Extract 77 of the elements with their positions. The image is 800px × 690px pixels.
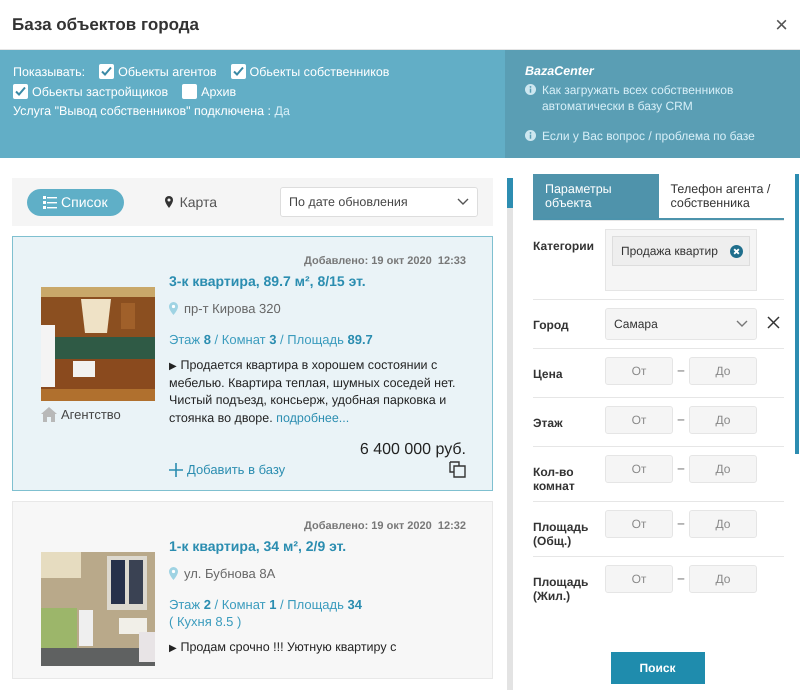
listing-description: ▶ Продам срочно !!! Уютную квартиру с [169, 639, 398, 656]
help-link[interactable]: Если у Вас вопрос / проблема по базе [542, 128, 755, 145]
plus-icon [169, 462, 183, 476]
filter-label: Цена [533, 366, 564, 381]
category-field[interactable]: Продажа квартир [605, 229, 757, 291]
info-icon [525, 84, 536, 95]
map-toggle[interactable]: Карта [146, 188, 234, 216]
service-value-link[interactable]: Да [274, 104, 290, 118]
info-icon [525, 130, 536, 142]
scrollbar[interactable] [795, 174, 799, 454]
checkbox-label[interactable]: Обьекты застройщиков [32, 84, 168, 98]
panel-tab[interactable]: Параметры объекта [533, 174, 658, 218]
filter-label: Город [533, 317, 570, 332]
help-link[interactable]: Как загружать всех собственников автоматически в базу CRM [542, 82, 780, 114]
checkbox[interactable] [182, 84, 198, 99]
added-date: Добавлено: 19 окт 2020 12:33 [303, 255, 466, 267]
filter-label: Кол-во комнат [533, 464, 576, 493]
range-dash: – [676, 460, 686, 475]
listing-title[interactable]: 3-к квартира, 89.7 м², 8/15 эт. [169, 273, 466, 289]
from-field[interactable]: От [605, 455, 673, 483]
sort-select[interactable]: По дате обновления [280, 187, 478, 217]
to-field[interactable]: До [689, 455, 757, 483]
listing-stats: Этаж 2 / Комнат 1 / Площадь 34 [169, 597, 363, 612]
filter-label: Этаж [533, 415, 564, 430]
remove-icon[interactable] [730, 244, 743, 258]
chevron-icon [457, 198, 469, 206]
to-field[interactable]: До [689, 510, 757, 538]
close-icon[interactable] [767, 316, 780, 329]
from-field[interactable]: От [605, 510, 673, 538]
listing-card[interactable] [12, 236, 493, 491]
chevron-icon [736, 320, 748, 328]
brand-name: BazaCenter [525, 64, 596, 78]
range-dash: – [676, 515, 686, 530]
service-status: Услуга "Вывод собственников" подключена : [13, 104, 272, 118]
added-date: Добавлено: 19 окт 2020 12:32 [303, 520, 466, 532]
range-dash: – [676, 411, 686, 426]
search-button[interactable]: Поиск [610, 652, 704, 684]
list-toggle[interactable]: Список [27, 188, 124, 216]
pin-icon [169, 302, 178, 315]
city-select[interactable]: Самара [605, 308, 757, 340]
address: ул. Бубнова 8А [184, 566, 276, 581]
from-field[interactable]: От [605, 406, 673, 434]
show-label: Показывать: [13, 64, 86, 78]
listing-description: ▶ Продается квартира в хорошем состоянии с мебелью. Квартира теплая, шумных соседей нет. Чистый подъезд, консьерж, удобная парковка и стоянка во дворе. подробнее... [169, 357, 456, 427]
to-field[interactable]: До [689, 406, 757, 434]
close-button[interactable]: × [775, 12, 788, 38]
checkbox[interactable] [230, 64, 246, 79]
filter-label: Площадь (Жил.) [533, 574, 590, 603]
from-field[interactable]: От [605, 357, 673, 385]
panel-tab[interactable]: Телефон агента / собственника [658, 174, 784, 218]
listing-card[interactable]: Добавлено: 19 окт 2020 12:32 1-к квартира, 34 м², 2/9 эт. ул. Бубнова 8А Этаж 2 / Комнат 1 / Площадь 34 ( Кухня 8.5 ) ▶ Продам срочно !!! Уютную квартиру с [12, 501, 493, 679]
price: 6 400 000 руб. [358, 441, 466, 459]
listing-stats: Этаж 8 / Комнат 3 / Площадь 89.7 [169, 332, 374, 347]
filter-label: Площадь (Общ.) [533, 519, 590, 548]
checkbox-label[interactable]: Обьекты собственников [250, 64, 390, 78]
address: пр-т Кирова 320 [184, 301, 281, 316]
source-label: Агентство [61, 407, 121, 422]
from-field[interactable]: От [605, 565, 673, 593]
to-field[interactable]: До [689, 357, 757, 385]
more-link[interactable]: подробнее... [276, 410, 350, 424]
kitchen-area: ( Кухня 8.5 ) [169, 614, 466, 629]
checkbox[interactable] [13, 84, 28, 99]
house-icon [41, 407, 57, 422]
filter-label: Категории [533, 238, 595, 253]
list-icon [43, 195, 57, 209]
checkbox-label[interactable]: Обьекты агентов [118, 64, 217, 78]
range-dash: – [676, 362, 686, 377]
add-to-base-button[interactable]: Добавить в базу [169, 462, 286, 477]
checkbox-label[interactable]: Архив [201, 84, 236, 98]
pin-icon [169, 567, 178, 580]
copy-icon[interactable] [449, 461, 466, 478]
window-title: База объектов города [12, 14, 199, 34]
scrollbar[interactable] [507, 178, 513, 690]
listing-title[interactable]: 1-к квартира, 34 м², 2/9 эт. [169, 538, 466, 554]
checkbox[interactable] [99, 64, 114, 79]
to-field[interactable]: До [689, 565, 757, 593]
range-dash: – [676, 570, 686, 585]
